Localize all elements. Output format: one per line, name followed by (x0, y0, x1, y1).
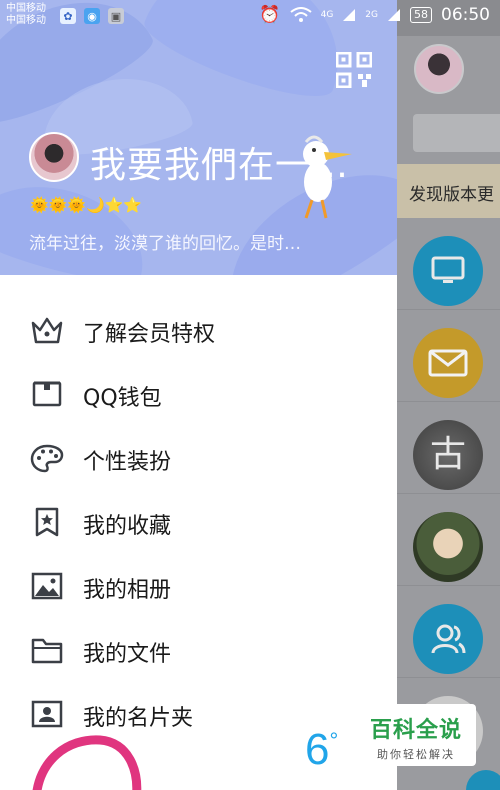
alarm-icon: ⏰ (259, 5, 281, 25)
background-search-bar[interactable] (413, 114, 500, 152)
list-item[interactable] (397, 494, 500, 586)
contact-avatar (413, 512, 483, 582)
list-item[interactable] (397, 310, 500, 402)
baike-watermark: 百科全说 助你轻松解决 (356, 704, 476, 766)
menu-item-files[interactable]: 我的文件 (0, 617, 397, 681)
monitor-icon (413, 236, 483, 306)
wallet-icon (32, 381, 62, 407)
wifi-icon (289, 7, 312, 22)
group-avatar: 古 (413, 420, 483, 490)
location-icon: ◉ (84, 8, 100, 24)
menu-label: 我的名片夹 (83, 706, 194, 731)
notification-icons: ✿ ◉ ▣ (60, 8, 124, 24)
user-avatar[interactable] (29, 132, 79, 182)
user-nickname[interactable]: 我要我們在一… (90, 136, 349, 188)
palette-icon (30, 444, 64, 473)
folder-icon (31, 638, 63, 664)
menu-label: 我的文件 (83, 642, 172, 667)
network-4g: 4G (320, 10, 334, 20)
carrier-1: 中国移动 (6, 3, 46, 14)
carrier-2: 中国移动 (6, 15, 46, 26)
background-conversation-list: 发现版本更 古 (397, 0, 500, 790)
side-drawer: 我要我們在一… 🌞🌞🌞🌙⭐⭐ 流年过往，淡漠了谁的回忆。是时… 了解会员特权 Q… (0, 0, 397, 790)
baidu-icon: ✿ (60, 8, 76, 24)
profile-header: 我要我們在一… 🌞🌞🌞🌙⭐⭐ 流年过往，淡漠了谁的回忆。是时… (0, 0, 397, 275)
gallery-icon: ▣ (108, 8, 124, 24)
menu-item-wallet[interactable]: QQ钱包 (0, 361, 397, 425)
system-indicators: ⏰ 4G 2G 58 06:50 (259, 5, 490, 25)
contacts-icon (413, 604, 483, 674)
temperature-unit: ° (329, 728, 339, 753)
menu-label: 个性装扮 (83, 450, 172, 475)
contact-card-icon (31, 700, 63, 728)
menu-item-vip[interactable]: 了解会员特权 (0, 297, 397, 361)
list-item[interactable]: 古 (397, 402, 500, 494)
menu-item-themes[interactable]: 个性装扮 (0, 425, 397, 489)
background-avatar[interactable] (414, 44, 464, 94)
network-2g: 2G (365, 10, 378, 20)
update-notice-text: 发现版本更 (409, 185, 494, 205)
menu-label: 我的收藏 (83, 514, 172, 539)
menu-item-album[interactable]: 我的相册 (0, 553, 397, 617)
watermark-subtitle: 助你轻松解决 (377, 748, 455, 761)
menu-label: QQ钱包 (83, 386, 162, 411)
signal-icon (388, 9, 400, 21)
list-item[interactable] (397, 586, 500, 678)
watermark-title: 百科全说 (369, 718, 462, 743)
image-icon (31, 572, 63, 600)
battery-indicator: 58 (410, 7, 432, 23)
menu-label: 了解会员特权 (83, 322, 216, 347)
pink-annotation-circle (32, 735, 142, 790)
level-badges[interactable]: 🌞🌞🌞🌙⭐⭐ (30, 196, 142, 214)
drawer-menu: 了解会员特权 QQ钱包 个性装扮 我的收藏 我的相册 我的文件 我的名片夹 (0, 297, 397, 745)
menu-item-favorites[interactable]: 我的收藏 (0, 489, 397, 553)
user-signature[interactable]: 流年过往，淡漠了谁的回忆。是时… (29, 229, 301, 254)
list-item[interactable] (397, 218, 500, 310)
clock: 06:50 (441, 5, 490, 25)
weather-temperature[interactable]: 6° (305, 728, 338, 772)
signal-icon (343, 9, 356, 21)
carrier-info: 中国移动 中国移动 (6, 3, 46, 27)
qr-code-icon[interactable] (336, 52, 372, 88)
bookmark-star-icon (35, 507, 59, 537)
temperature-value: 6 (305, 725, 330, 774)
background-update-notice[interactable]: 发现版本更 (397, 164, 500, 218)
mail-icon (413, 328, 483, 398)
status-bar: 中国移动 中国移动 ✿ ◉ ▣ ⏰ 4G 2G 58 06:50 (0, 0, 500, 32)
menu-label: 我的相册 (83, 578, 172, 603)
crown-icon (31, 317, 63, 344)
